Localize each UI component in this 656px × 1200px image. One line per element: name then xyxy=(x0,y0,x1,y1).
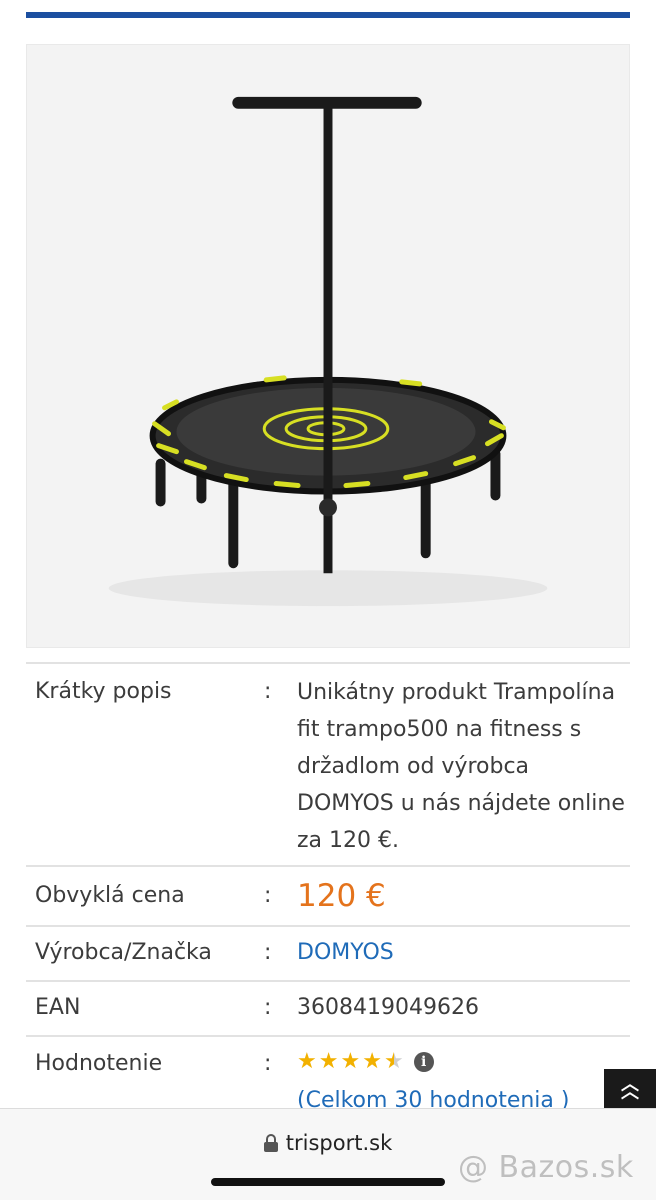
price-value: 120 € xyxy=(297,878,386,914)
rating-value: ★ ★ ★ ★ ★ i (Celkom 30 hodnotenia ) xyxy=(297,1037,630,1115)
description-line: držadlom od výrobca xyxy=(297,754,530,779)
star-full-icon: ★ xyxy=(340,1049,361,1074)
star-half-icon: ★ xyxy=(383,1049,404,1074)
spec-label: Hodnotenie xyxy=(35,1051,163,1076)
trampoline-image xyxy=(108,96,548,607)
spec-colon: : xyxy=(264,679,272,704)
description-line: fit trampo500 na fitness s xyxy=(297,717,582,742)
description-line: DOMYOS u nás nájdete online xyxy=(297,791,625,816)
brand-link[interactable]: DOMYOS xyxy=(297,927,630,980)
watermark: @ Bazos.sk xyxy=(458,1150,634,1185)
spec-colon: : xyxy=(264,1051,272,1076)
double-chevron-up-icon: ︿ ︿ xyxy=(621,1073,639,1103)
spec-label: Obvyklá cena xyxy=(35,883,185,908)
info-icon[interactable]: i xyxy=(413,1052,434,1072)
lock-icon xyxy=(263,1134,278,1152)
spec-row-description: Krátky popis : Unikátny produkt Trampolí… xyxy=(26,662,630,865)
spec-colon: : xyxy=(264,883,272,908)
description-line: Unikátny produkt Trampolína xyxy=(297,680,616,705)
product-image[interactable] xyxy=(26,44,630,648)
ean-value: 3608419049626 xyxy=(297,995,479,1020)
description-text: Unikátny produkt Trampolína fit trampo50… xyxy=(297,664,630,865)
spec-table: Krátky popis : Unikátny produkt Trampolí… xyxy=(26,662,630,1115)
spec-row-ean: EAN : 3608419049626 xyxy=(26,980,630,1035)
spec-row-brand: Výrobca/Značka : DOMYOS xyxy=(26,925,630,980)
spec-label: Výrobca/Značka xyxy=(35,940,212,965)
spec-row-price: Obvyklá cena : 120 € xyxy=(26,865,630,925)
rating-stars[interactable]: ★ ★ ★ ★ ★ i xyxy=(297,1037,630,1087)
header-accent-bar xyxy=(26,12,630,18)
spec-label: EAN xyxy=(35,995,81,1020)
home-indicator[interactable] xyxy=(211,1178,445,1186)
star-full-icon: ★ xyxy=(362,1049,382,1074)
scroll-to-top-button[interactable]: ︿ ︿ xyxy=(604,1069,656,1108)
url-text: trisport.sk xyxy=(285,1131,393,1155)
spec-row-rating: Hodnotenie : ★ ★ ★ ★ ★ i (Celkom 30 hodn… xyxy=(26,1035,630,1115)
description-line: za 120 €. xyxy=(297,828,399,853)
star-full-icon: ★ xyxy=(297,1049,317,1074)
spec-label: Krátky popis xyxy=(35,679,172,704)
spec-colon: : xyxy=(264,940,272,965)
spec-colon: : xyxy=(264,995,272,1020)
star-full-icon: ★ xyxy=(318,1049,339,1074)
